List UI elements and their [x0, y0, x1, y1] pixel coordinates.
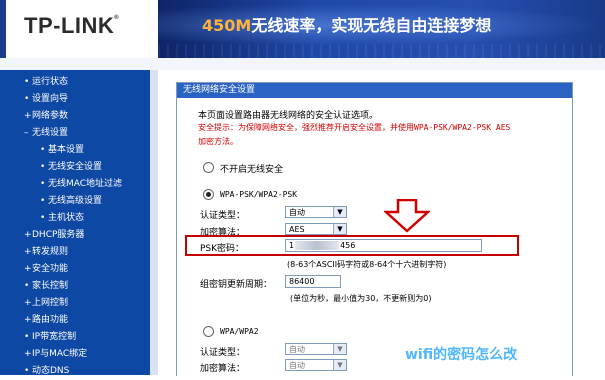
encryption-select-2[interactable]: 自动 ▼ [285, 359, 347, 371]
banner-lines [158, 44, 605, 58]
panel-title: 无线网络安全设置 [177, 83, 572, 98]
auth-type-label: 认证类型： [200, 211, 246, 221]
down-arrow-icon [384, 199, 430, 233]
sidebar-item-wireless-advanced[interactable]: • 无线高级设置 [24, 193, 122, 210]
banner-slogan: 450M无线速率，实现无线自由连接梦想 [202, 16, 492, 35]
group-key-renew-hint: (单位为秒，最小值为30，不更新则为0) [290, 294, 432, 303]
top-gap [0, 58, 605, 70]
sidebar-item-access-control[interactable]: +上网控制 [24, 295, 122, 312]
sidebar-item-host-status[interactable]: • 主机状态 [24, 210, 122, 227]
intro-text: 本页面设置路由器无线网络的安全认证选项。 [198, 111, 379, 121]
radio-wpa-wpa2-label: WPA/WPA2 [220, 327, 259, 336]
sidebar-item-ddns[interactable]: • 动态DNS [24, 363, 122, 380]
sidebar-nav: • 运行状态 • 设置向导 +网络参数 – 无线设置 • 基本设置 • 无线安全设置 • 无… [24, 74, 122, 380]
watermark-caption: wifi的密码怎么改 [405, 347, 518, 363]
sidebar-item-wireless-security[interactable]: • 无线安全设置 [24, 159, 122, 176]
encryption-select[interactable]: AES ▼ [285, 223, 347, 235]
auth-type-select-2[interactable]: 自动 ▼ [285, 343, 347, 355]
chevron-down-icon: ▼ [333, 360, 346, 370]
sidebar-item-network[interactable]: +网络参数 [24, 108, 122, 125]
radio-no-security[interactable] [203, 162, 214, 173]
sidebar-item-wireless[interactable]: – 无线设置 [24, 125, 122, 142]
sidebar-item-mac-filter[interactable]: • 无线MAC地址过滤 [24, 176, 122, 193]
warning-text-line2: 加密方法。 [198, 137, 238, 146]
auth-type-label-2: 认证类型： [200, 348, 246, 358]
sidebar-item-security[interactable]: +安全功能 [24, 261, 122, 278]
sidebar-item-bandwidth[interactable]: • IP带宽控制 [24, 329, 122, 346]
sidebar-item-ip-mac-binding[interactable]: +IP与MAC绑定 [24, 346, 122, 363]
chevron-down-icon: ▼ [333, 344, 346, 354]
chevron-down-icon: ▼ [333, 207, 346, 217]
logo-panel: TP-LINK® [6, 0, 158, 58]
auth-type-select[interactable]: 自动 ▼ [285, 206, 347, 218]
sidebar-item-status[interactable]: • 运行状态 [24, 74, 122, 91]
blurred-text [295, 241, 340, 250]
header-banner: TP-LINK® 450M无线速率，实现无线自由连接梦想 [0, 0, 605, 58]
group-key-renew-label: 组密钥更新周期： [200, 280, 273, 290]
sidebar-item-forwarding[interactable]: +转发规则 [24, 244, 122, 261]
sidebar-item-dhcp[interactable]: +DHCP服务器 [24, 227, 122, 244]
chevron-down-icon: ▼ [333, 224, 346, 234]
sidebar-item-routing[interactable]: +路由功能 [24, 312, 122, 329]
sidebar-item-parental[interactable]: • 家长控制 [24, 278, 122, 295]
radio-wpa-psk-label: WPA-PSK/WPA2-PSK [220, 190, 298, 199]
warning-text-line1: 安全提示：为保障网络安全，强烈推荐开启安全设置，并使用WPA-PSK/WPA2-… [198, 123, 511, 132]
psk-hint-text: (8-63个ASCII码字符或8-64个十六进制字符) [287, 260, 447, 269]
sidebar-item-wizard[interactable]: • 设置向导 [24, 91, 122, 108]
sidebar-item-basic[interactable]: • 基本设置 [24, 142, 122, 159]
psk-password-label: PSK密码： [200, 244, 245, 254]
radio-wpa-wpa2[interactable] [203, 326, 214, 337]
right-margin [592, 70, 605, 375]
radio-no-security-label: 不开启无线安全 [220, 165, 284, 175]
group-key-renew-input[interactable]: 86400 [285, 275, 341, 288]
encryption-label-2: 加密算法： [200, 364, 246, 374]
sidebar-edge [150, 70, 158, 375]
tp-link-logo: TP-LINK® [24, 13, 120, 38]
psk-password-input[interactable]: 1 456 [285, 239, 482, 252]
radio-wpa-psk[interactable] [203, 189, 214, 200]
